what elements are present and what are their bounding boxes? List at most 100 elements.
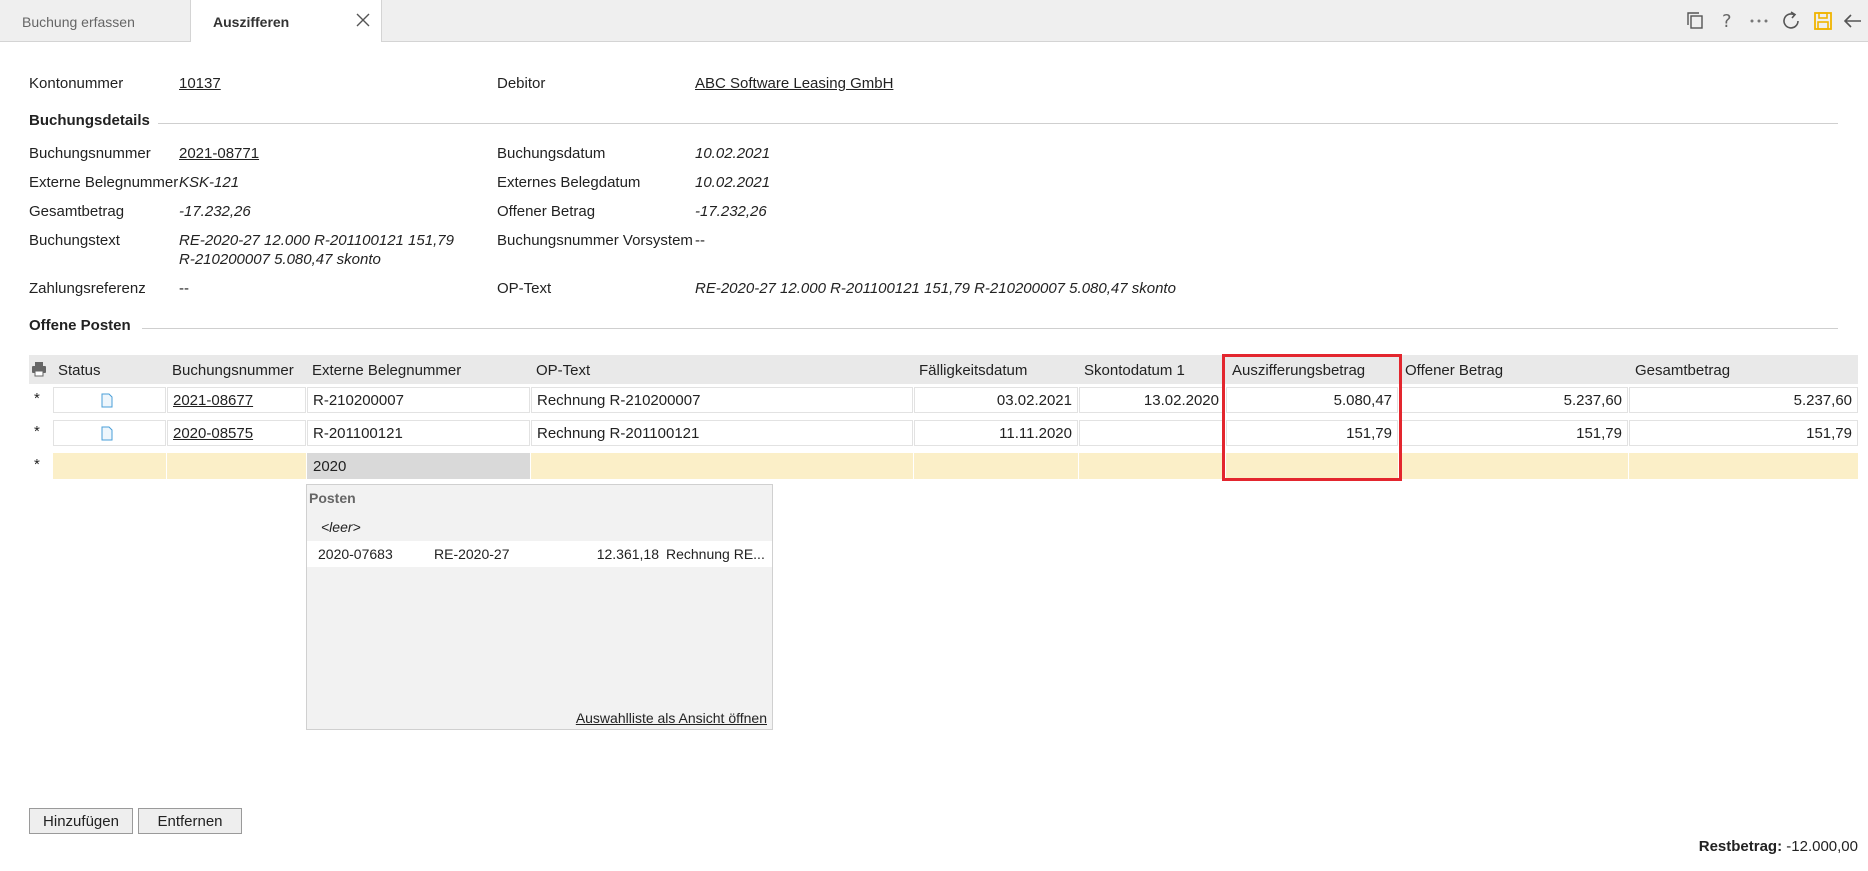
column-header-faelligkeitsdatum[interactable]: Fälligkeitsdatum: [919, 362, 1027, 379]
offener-betrag-label: Offener Betrag: [497, 203, 596, 220]
status-cell: [53, 387, 166, 413]
open-as-view-link[interactable]: Auswahlliste als Ansicht öffnen: [576, 710, 767, 726]
tab-buchung-erfassen[interactable]: Buchung erfassen: [22, 0, 135, 41]
optext-label: OP-Text: [497, 280, 552, 297]
gesamtbetrag-cell[interactable]: [1629, 453, 1858, 479]
kontonummer-link[interactable]: 10137: [179, 75, 221, 92]
vorsystem-value: --: [695, 232, 705, 249]
buchungsnummer-cell: 2020-08575: [167, 420, 306, 446]
option-nr: 2020-07683: [318, 546, 393, 562]
gesamtbetrag-value: -17.232,26: [179, 203, 251, 220]
optext-value: RE-2020-27 12.000 R-201100121 151,79 R-2…: [695, 280, 1176, 297]
optext-cell: Rechnung R-201100121: [531, 420, 913, 446]
optext-cell: Rechnung R-210200007: [531, 387, 913, 413]
buchungsnummer-cell: 2021-08677: [167, 387, 306, 413]
table-row[interactable]: * 2020-08575 R-201100121 Rechnung R-2011…: [29, 420, 1858, 446]
skontodatum-cell: 13.02.2020: [1079, 387, 1225, 413]
row-marker: *: [34, 390, 40, 407]
option-betrag: 12.361,18: [596, 546, 659, 562]
gesamtbetrag-label: Gesamtbetrag: [29, 203, 125, 220]
column-header-externe-belegnummer[interactable]: Externe Belegnummer: [312, 362, 461, 379]
buchungsnummer-label: Buchungsnummer: [29, 145, 151, 162]
optext-cell[interactable]: [531, 453, 913, 479]
row-marker: *: [34, 423, 40, 440]
vorsystem-label: Buchungsnummer Vorsystem: [497, 232, 693, 249]
buchungstext-label: Buchungstext: [29, 232, 120, 249]
tab-auszifferen-label: Auszifferen: [213, 14, 290, 30]
copy-icon[interactable]: [1682, 8, 1708, 34]
offener-betrag-value: -17.232,26: [695, 203, 767, 220]
buchungstext-line1: RE-2020-27 12.000 R-201100121 151,79: [179, 232, 454, 249]
document-icon[interactable]: [101, 393, 113, 408]
restbetrag-value: -12.000,00: [1786, 838, 1858, 855]
save-icon[interactable]: [1810, 8, 1836, 34]
faelligkeitsdatum-cell[interactable]: [914, 453, 1078, 479]
remove-button[interactable]: Entfernen: [138, 808, 242, 834]
ext-beleg-input[interactable]: 2020: [307, 453, 530, 479]
option-beleg: RE-2020-27: [434, 546, 510, 562]
table-row[interactable]: * 2021-08677 R-210200007 Rechnung R-2102…: [29, 387, 1858, 413]
document-icon[interactable]: [101, 426, 113, 441]
column-header-op-text[interactable]: OP-Text: [536, 362, 590, 379]
faelligkeitsdatum-cell: 11.11.2020: [914, 420, 1078, 446]
status-cell: [53, 453, 166, 479]
tab-auszifferen[interactable]: Auszifferen: [190, 0, 382, 42]
column-header-offener-betrag[interactable]: Offener Betrag: [1405, 362, 1503, 379]
buchungsnummer-link[interactable]: 2021-08677: [173, 392, 253, 409]
column-header-status[interactable]: Status: [58, 362, 101, 379]
buchungsnummer-cell[interactable]: [167, 453, 306, 479]
ext-beleg-cell: R-210200007: [307, 387, 530, 413]
refresh-icon[interactable]: [1778, 8, 1804, 34]
column-header-gesamtbetrag[interactable]: Gesamtbetrag: [1635, 362, 1730, 379]
buchungsdatum-label: Buchungsdatum: [497, 145, 606, 162]
ext-belegdatum-value: 10.02.2021: [695, 174, 771, 191]
offener-betrag-cell: 151,79: [1399, 420, 1628, 446]
status-cell: [53, 420, 166, 446]
ext-beleg-cell: R-201100121: [307, 420, 530, 446]
column-header-skontodatum[interactable]: Skontodatum 1: [1084, 362, 1185, 379]
kontonummer-label: Kontonummer: [29, 75, 124, 92]
gesamtbetrag-cell: 151,79: [1629, 420, 1858, 446]
faelligkeitsdatum-cell: 03.02.2021: [914, 387, 1078, 413]
buchungstext-line2: R-210200007 5.080,47 skonto: [179, 251, 381, 268]
gesamtbetrag-cell: 5.237,60: [1629, 387, 1858, 413]
buchungsdatum-value: 10.02.2021: [695, 145, 771, 162]
skontodatum-cell: [1079, 420, 1225, 446]
section-title-buchungsdetails: Buchungsdetails: [29, 112, 150, 129]
new-row[interactable]: * 2020: [29, 453, 1858, 479]
ext-belegdatum-label: Externes Belegdatum: [497, 174, 641, 191]
section-title-offene-posten: Offene Posten: [29, 317, 131, 334]
debitor-link[interactable]: ABC Software Leasing GmbH: [695, 75, 893, 92]
ext-beleg-label: Externe Belegnummer: [29, 174, 179, 191]
skontodatum-cell[interactable]: [1079, 453, 1225, 479]
close-icon[interactable]: [355, 12, 371, 28]
dropdown-option[interactable]: 2020-07683 RE-2020-27 12.361,18 Rechnung…: [307, 541, 772, 567]
tab-bar: Buchung erfassen Auszifferen ?: [0, 0, 1868, 42]
buchungsnummer-link[interactable]: 2021-08771: [179, 145, 259, 162]
column-header-buchungsnummer[interactable]: Buchungsnummer: [172, 362, 294, 379]
table-header: Status Buchungsnummer Externe Belegnumme…: [29, 355, 1858, 384]
zahlungsreferenz-value: --: [179, 280, 189, 297]
ext-beleg-value: KSK-121: [179, 174, 240, 191]
printer-icon[interactable]: [31, 361, 47, 377]
back-arrow-icon[interactable]: [1840, 8, 1866, 34]
offener-betrag-cell[interactable]: [1399, 453, 1628, 479]
svg-text:?: ?: [1722, 11, 1732, 32]
add-button[interactable]: Hinzufügen: [29, 808, 133, 834]
restbetrag-label: Restbetrag:: [1698, 838, 1783, 855]
dropdown-empty-option[interactable]: <leer>: [321, 519, 361, 535]
buchungsnummer-link[interactable]: 2020-08575: [173, 425, 253, 442]
zahlungsreferenz-label: Zahlungsreferenz: [29, 280, 146, 297]
divider: [142, 328, 1838, 329]
divider: [158, 123, 1838, 124]
option-text: Rechnung RE...: [666, 546, 765, 562]
offener-betrag-cell: 5.237,60: [1399, 387, 1628, 413]
help-icon[interactable]: ?: [1714, 8, 1740, 34]
restbetrag: Restbetrag: -12.000,00: [1699, 838, 1858, 855]
highlight-box: [1222, 354, 1402, 481]
debitor-label: Debitor: [497, 75, 546, 92]
dropdown-title: Posten: [309, 490, 356, 506]
autocomplete-dropdown: Posten <leer> 2020-07683 RE-2020-27 12.3…: [306, 484, 773, 730]
more-icon[interactable]: [1746, 8, 1772, 34]
row-marker: *: [34, 456, 40, 473]
